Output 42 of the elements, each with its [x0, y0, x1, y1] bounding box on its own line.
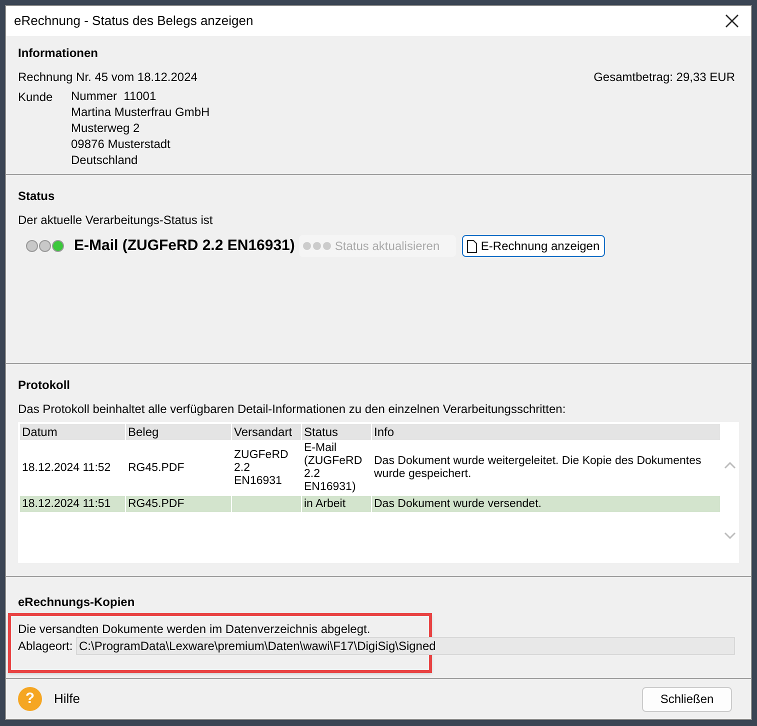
section-heading: Protokoll — [18, 377, 72, 394]
section-heading: Informationen — [18, 45, 99, 62]
show-invoice-button[interactable]: E-Rechnung anzeigen — [462, 235, 605, 258]
document-icon — [466, 240, 477, 253]
customer-label: Kunde — [18, 89, 54, 106]
section-heading: eRechnungs-Kopien — [18, 594, 136, 611]
table-cell: Das Dokument wurde versendet. — [372, 496, 721, 512]
section-heading: Status — [18, 188, 56, 205]
window-title: eRechnung - Status des Belegs anzeigen — [14, 12, 254, 30]
path-label: Ablageort: — [18, 638, 74, 655]
column-header[interactable]: Versandart — [232, 424, 302, 440]
total-amount: Gesamtbetrag: 29,33 EUR — [594, 69, 735, 86]
table-cell: 18.12.2024 11:51 — [20, 496, 126, 512]
invoice-text: Rechnung Nr. 45 vom 18.12.2024 — [18, 69, 198, 86]
address-line: Martina Musterfrau GmbH — [71, 104, 210, 120]
table-cell: in Arbeit — [302, 496, 372, 512]
help-link[interactable]: Hilfe — [54, 689, 80, 709]
table-cell: RG45.PDF — [126, 442, 232, 494]
table-cell: 18.12.2024 11:52 — [20, 442, 126, 494]
table-row[interactable]: 18.12.2024 11:51 RG45.PDF in Arbeit Das Dokument wurde versendet. — [20, 496, 721, 512]
scroll-down-icon[interactable] — [724, 532, 736, 539]
address-line: Deutschland — [71, 152, 139, 168]
table-cell: RG45.PDF — [126, 496, 232, 512]
address-line: Nummer 11001 — [71, 88, 158, 104]
table-cell: Das Dokument wurde weitergeleitet. Die Kopie des Dokumentes wurde gespeichert. — [372, 442, 721, 494]
address-line: Musterweg 2 — [71, 120, 141, 136]
address-line: 09876 Musterstadt — [71, 136, 172, 152]
column-header[interactable]: Info — [372, 424, 721, 440]
table-cell: E-Mail (ZUGFeRD 2.2 EN16931) — [302, 442, 372, 494]
column-header[interactable]: Datum — [20, 424, 126, 440]
close-icon[interactable] — [725, 14, 739, 28]
scroll-up-icon[interactable] — [724, 462, 736, 469]
close-button[interactable]: Schließen — [642, 686, 732, 712]
protocol-intro: Das Protokoll beinhaltet alle verfügbaren Detail-Informationen zu den einzelnen Verarbeitungsschritten: — [18, 401, 567, 418]
copies-intro: Die versandten Dokumente werden im Datenverzeichnis abgelegt. — [18, 621, 372, 638]
column-header[interactable]: Status — [302, 424, 372, 440]
path-field[interactable]: C:\ProgramData\Lexware\premium\Daten\wawi\F17\DigiSig\Signed — [76, 637, 735, 655]
status-value: E-Mail (ZUGFeRD 2.2 EN16931) — [74, 236, 295, 256]
table-cell: ZUGFeRD 2.2 EN16931 — [232, 442, 302, 494]
status-intro: Der aktuelle Verarbeitungs-Status ist — [18, 212, 214, 229]
status-lights-icon — [302, 242, 331, 250]
column-header[interactable]: Beleg — [126, 424, 232, 440]
